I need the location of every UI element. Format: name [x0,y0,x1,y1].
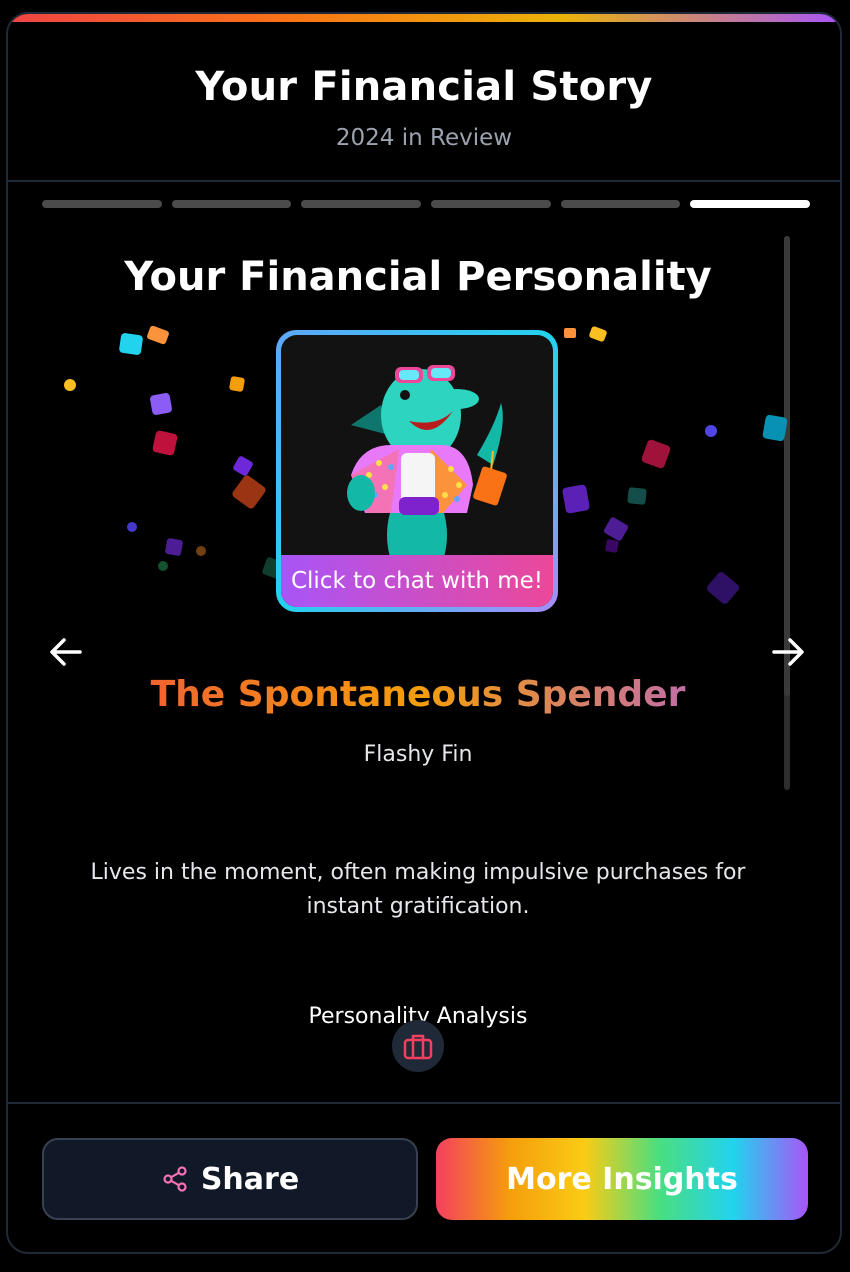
share-label: Share [200,1161,300,1197]
progress-step-4[interactable] [431,200,551,208]
arrow-left-icon [50,638,82,666]
share-icon [163,1166,187,1192]
avatar[interactable]: Click to chat with me! [281,335,553,607]
more-insights-label: More Insights [506,1161,738,1197]
progress-step-2[interactable] [171,200,292,208]
persona-description: Lives in the moment, often making impuls… [90,860,746,919]
analysis-icon-badge [392,1020,444,1072]
next-slide-button[interactable] [768,632,808,672]
slide-title: Your Financial Personality [124,254,712,300]
more-insights-button[interactable]: More Insights [436,1138,808,1220]
avatar-chat-button[interactable]: Click to chat with me! [276,330,558,612]
share-button[interactable]: Share [42,1138,418,1220]
progress-step-3[interactable] [301,200,422,208]
progress-step-6[interactable] [690,200,811,208]
progress-step-1[interactable] [42,200,162,208]
story-header: Your Financial Story 2024 in Review [8,22,840,182]
page-subtitle: 2024 in Review [335,125,513,151]
page-title: Your Financial Story [195,64,653,110]
persona-name: The Spontaneous Spender [8,674,828,715]
persona-nickname: Flashy Fin [363,742,473,767]
progress-step-5[interactable] [560,200,681,208]
prev-slide-button[interactable] [46,632,86,672]
top-gradient-stripe [8,14,840,22]
scrollbar-thumb[interactable] [784,236,790,696]
arrow-right-icon [772,638,804,666]
chat-with-me-label[interactable]: Click to chat with me! [281,555,553,607]
story-progress [42,200,811,209]
briefcase-icon [403,1034,433,1060]
slide-content[interactable]: Your Financial Personality Click to chat… [8,224,840,1104]
story-footer: Share More Insights [8,1102,840,1252]
story-card: Your Financial Story 2024 in Review Your… [6,12,842,1254]
